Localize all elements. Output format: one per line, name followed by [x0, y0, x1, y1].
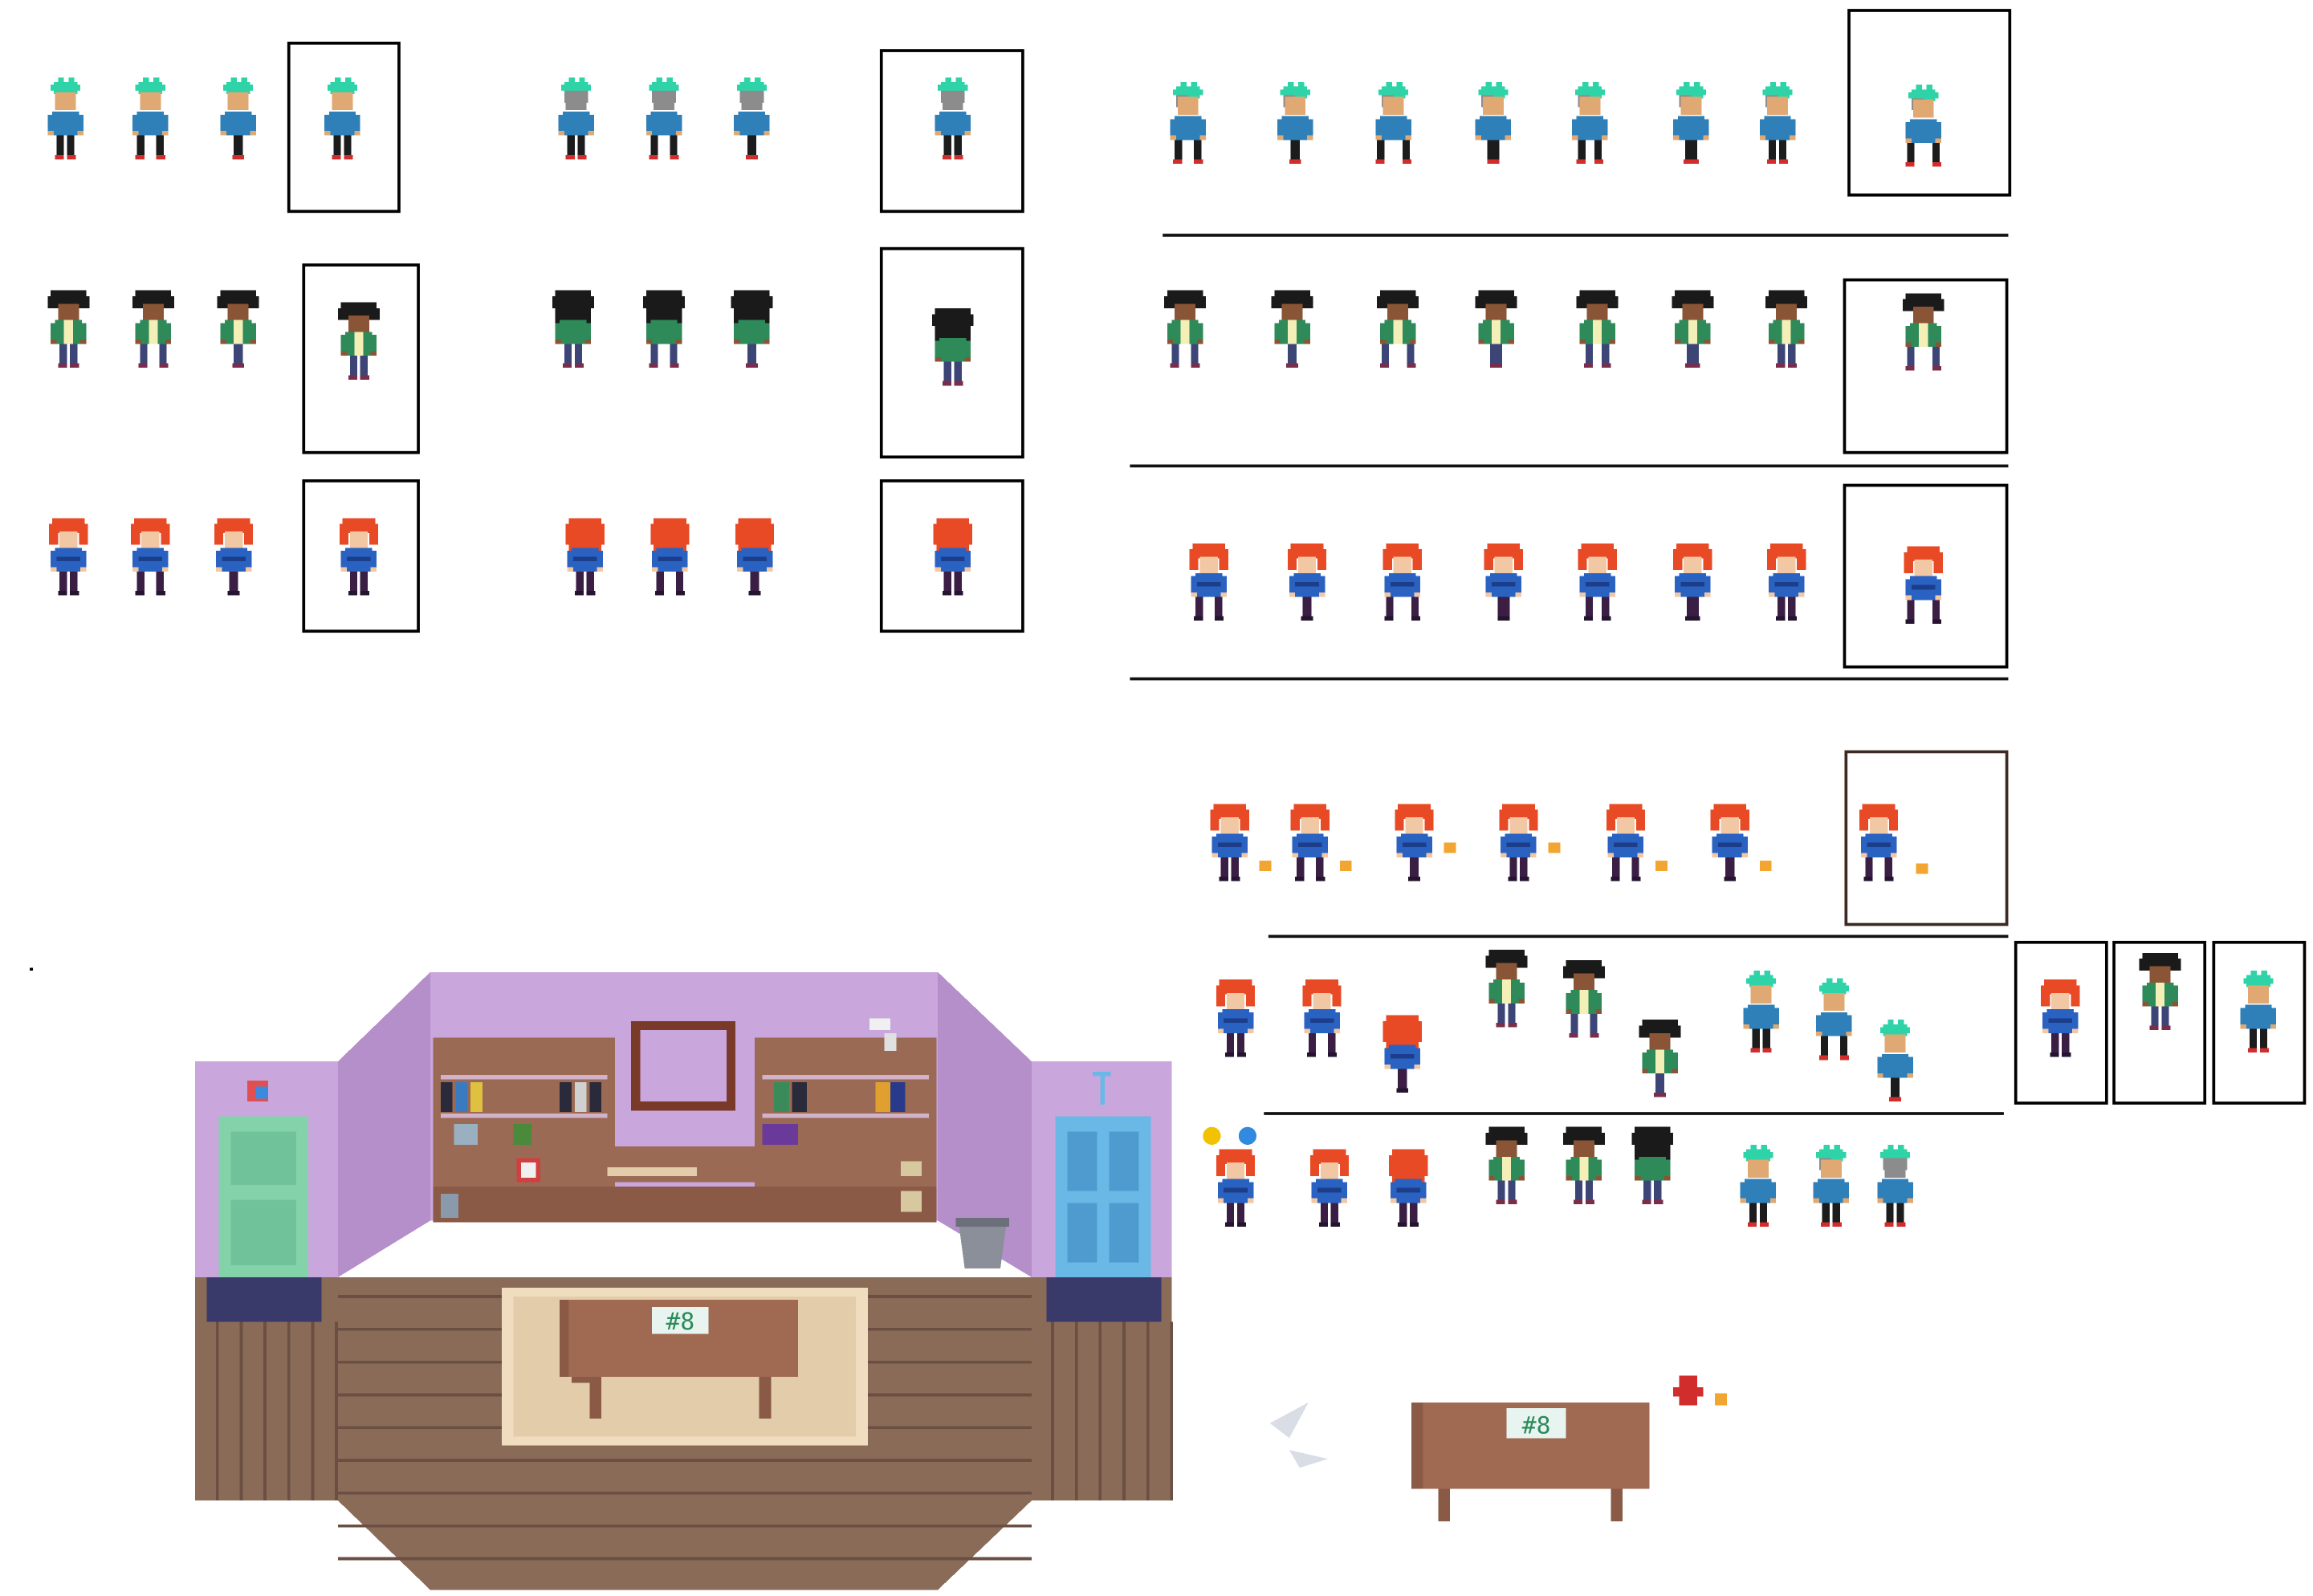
- shelf-item: [792, 1082, 808, 1113]
- desk-lamp-icon: [869, 1018, 890, 1031]
- book-spine: [589, 1082, 602, 1113]
- selected-frame-box: [302, 479, 420, 633]
- door-panel: [230, 1199, 297, 1266]
- table-leg: [589, 1377, 602, 1419]
- table-edge: [560, 1299, 569, 1378]
- floor-plank-line: [1146, 1321, 1150, 1501]
- center-shelf: [433, 1146, 937, 1183]
- wall-mirror: [640, 1030, 727, 1102]
- floor-plank-line: [263, 1321, 267, 1501]
- right-skirting: [1046, 1276, 1162, 1322]
- shelf-board: [440, 1114, 608, 1118]
- selected-frame-box: [1847, 9, 2012, 197]
- door-panel: [1067, 1131, 1097, 1191]
- table-leg: [759, 1377, 772, 1419]
- book-spine: [470, 1082, 483, 1113]
- clock-face: [521, 1162, 536, 1178]
- paper-plane-icon: [1269, 1402, 1309, 1439]
- book-spine: [560, 1082, 572, 1113]
- sprite-sheet-canvas: #8 #8: [0, 0, 2313, 1596]
- left-skirting: [206, 1276, 322, 1322]
- selected-frame-box: [287, 41, 401, 214]
- shelf-board: [440, 1074, 608, 1080]
- selected-frame-box: [879, 49, 1024, 214]
- left-angled-wall: [337, 971, 430, 1277]
- table-leg: [1611, 1488, 1623, 1522]
- selected-frame-box: [302, 263, 420, 454]
- rainbow-badge-icon: [255, 1086, 268, 1099]
- floor-plank-line: [335, 1321, 338, 1501]
- table-leg: [1438, 1488, 1451, 1522]
- book-spine: [440, 1082, 453, 1113]
- trident-icon: [1100, 1072, 1105, 1105]
- shelf-item: [890, 1082, 906, 1113]
- shelf-item: [875, 1082, 890, 1113]
- selected-frame-box: [2112, 940, 2207, 1105]
- orange-ball-icon: [1715, 1393, 1727, 1406]
- walk-row-divider: [1163, 234, 2009, 237]
- floor-plank-line: [337, 1557, 1032, 1561]
- sign-label: #8: [1522, 1411, 1551, 1439]
- row-divider: [1268, 934, 2009, 938]
- walk-row-divider: [1130, 677, 2009, 681]
- box-item: [900, 1161, 922, 1176]
- floor-plank-line: [1170, 1321, 1174, 1501]
- shelf-item: [513, 1123, 531, 1145]
- bucket-icon: [959, 1223, 1007, 1268]
- sign-label: #8: [666, 1307, 695, 1335]
- book-spine: [455, 1082, 468, 1113]
- door-panel: [1109, 1131, 1139, 1191]
- stray-pixel: [30, 967, 33, 971]
- selected-frame-box: [1843, 278, 2009, 454]
- bedroom-room: #8: [194, 971, 1174, 1590]
- floor-plank-line: [337, 1524, 1032, 1528]
- floor-plank-line: [215, 1321, 219, 1501]
- lower-shelf: [433, 1186, 937, 1223]
- bucket-rim: [955, 1217, 1010, 1227]
- door-panel: [230, 1131, 297, 1186]
- floor-plank-line: [337, 1459, 1032, 1462]
- door-panel: [1109, 1203, 1139, 1263]
- table-edge: [1411, 1402, 1423, 1489]
- floor-plank-line: [1098, 1321, 1102, 1501]
- door-panel: [1067, 1203, 1097, 1263]
- floor-plank-line: [1122, 1321, 1126, 1501]
- floor-plank-line: [337, 1492, 1032, 1495]
- floor-plank-line: [1051, 1321, 1054, 1501]
- framed-photo: [454, 1123, 478, 1145]
- book-spine: [574, 1082, 587, 1113]
- floor-plank-line: [239, 1321, 243, 1501]
- selected-frame-box: [2014, 940, 2108, 1105]
- selected-frame-box: [1844, 750, 2009, 926]
- selected-frame-box: [1843, 483, 2009, 669]
- shelf-item: [774, 1082, 789, 1113]
- desk-lamp-icon: [884, 1032, 897, 1052]
- shelf-item: [762, 1123, 798, 1145]
- walk-row-divider: [1130, 464, 2009, 468]
- fire-hydrant-icon: [1673, 1387, 1704, 1397]
- floor-plank-line: [1074, 1321, 1078, 1501]
- row-divider: [1264, 1112, 2004, 1115]
- paper-plane-icon: [1289, 1450, 1329, 1468]
- selected-frame-box: [879, 479, 1024, 633]
- shelf-board: [762, 1074, 930, 1080]
- rolled-scroll: [607, 1166, 697, 1176]
- skull-icon: [900, 1191, 922, 1212]
- selected-frame-box: [2212, 940, 2307, 1105]
- floor-plank-line: [311, 1321, 315, 1501]
- shelf-board: [762, 1114, 930, 1118]
- floor-plank-line: [287, 1321, 291, 1501]
- selected-frame-box: [879, 246, 1024, 459]
- bottles: [440, 1194, 459, 1218]
